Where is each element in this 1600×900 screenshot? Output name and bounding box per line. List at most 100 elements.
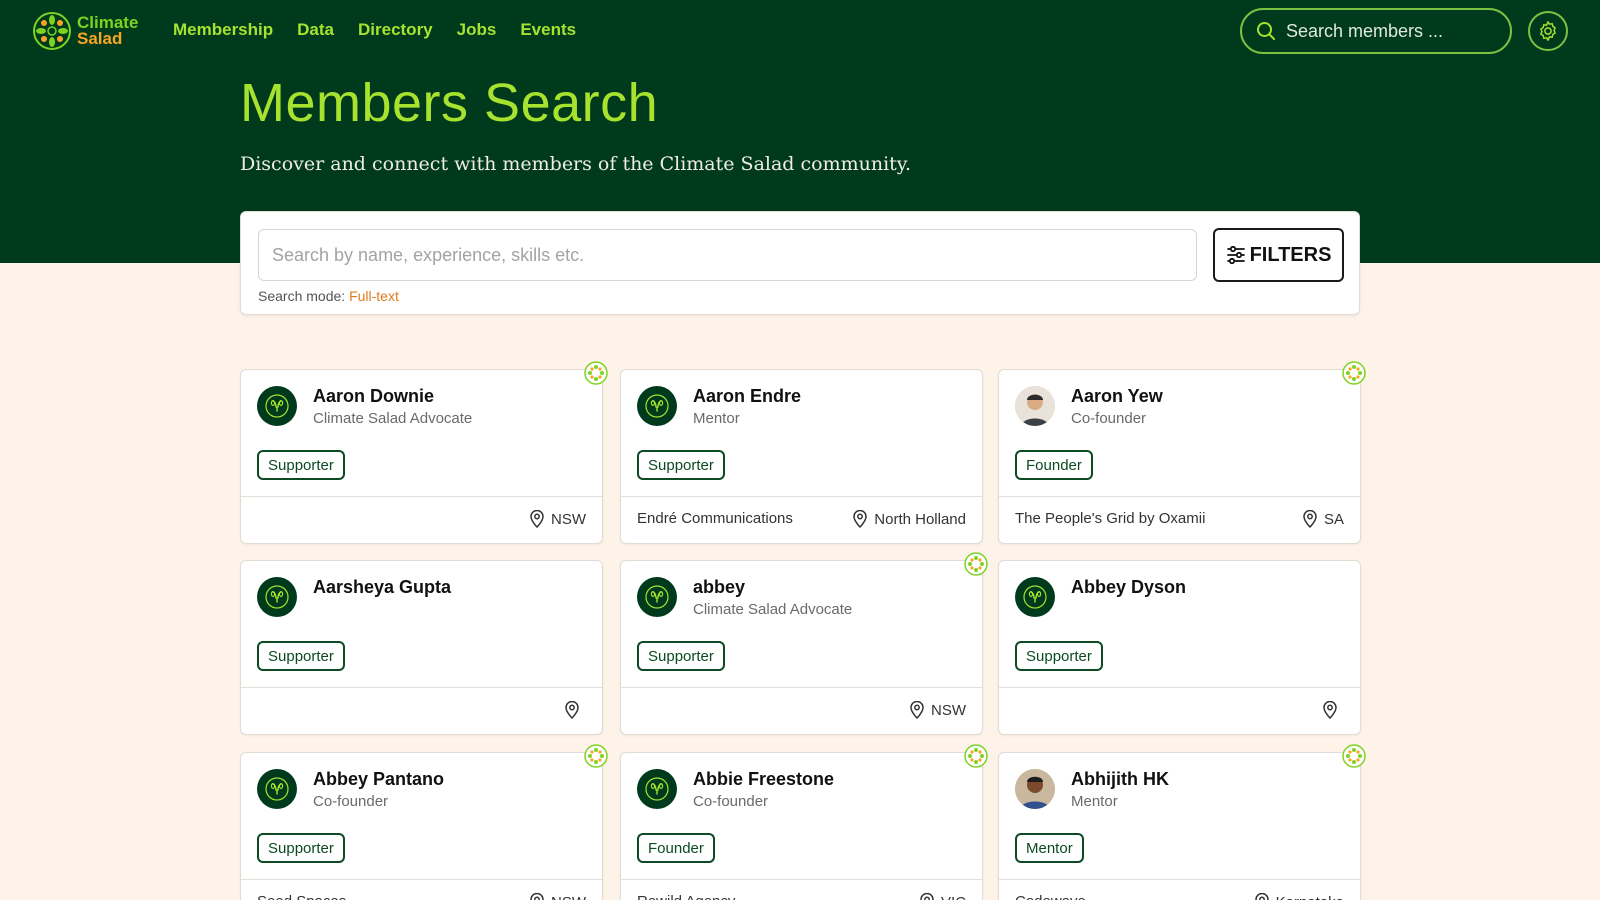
member-company: Seed Spaces <box>257 893 346 900</box>
member-card[interactable]: Aaron Yew Co-founder Founder The People's G… <box>998 361 1366 544</box>
member-type-badge: Supporter <box>637 641 725 671</box>
search-mode-label: Search mode: <box>258 288 346 304</box>
member-name[interactable]: Aaron Downie <box>313 386 434 407</box>
member-avatar <box>637 769 677 809</box>
member-location: VIC <box>919 893 966 900</box>
climate-salad-member-icon <box>964 744 988 768</box>
member-type-badge: Supporter <box>1015 641 1103 671</box>
member-name[interactable]: Abbie Freestone <box>693 769 834 790</box>
member-role: Mentor <box>693 410 740 427</box>
member-name[interactable]: Aaron Endre <box>693 386 801 407</box>
member-card[interactable]: Abbey Pantano Co-founder Supporter Seed Spa… <box>240 744 608 900</box>
map-pin-icon <box>920 893 934 900</box>
climate-salad-member-icon <box>584 744 608 768</box>
card-divider <box>621 879 982 880</box>
search-mode: Search mode: Full-text <box>258 288 399 304</box>
page-title: Members Search <box>240 73 659 133</box>
card-divider <box>621 687 982 688</box>
member-location-text: SA <box>1323 510 1344 528</box>
member-location: North Holland <box>852 510 966 528</box>
search-mode-value[interactable]: Full-text <box>349 288 399 304</box>
leaf-avatar-icon <box>1023 585 1047 609</box>
member-card[interactable]: Aaron Downie Climate Salad Advocate Suppor… <box>240 361 608 544</box>
nav-data[interactable]: Data <box>297 20 334 40</box>
leaf-avatar-icon <box>645 777 669 801</box>
member-card[interactable]: Aaron Endre Mentor Supporter Endré Communic… <box>620 369 983 544</box>
member-location <box>564 701 586 719</box>
member-avatar <box>257 386 297 426</box>
map-pin-icon <box>530 893 544 900</box>
member-location-text: NSW <box>931 701 966 719</box>
leaf-avatar-icon <box>265 394 289 418</box>
member-location-text: VIC <box>941 894 966 900</box>
card-divider <box>999 496 1360 497</box>
member-location: NSW <box>909 701 966 719</box>
climate-salad-member-icon <box>584 361 608 385</box>
leaf-avatar-icon <box>265 777 289 801</box>
member-location <box>1322 701 1344 719</box>
member-search-input[interactable] <box>1286 20 1486 42</box>
settings-button[interactable] <box>1528 11 1568 51</box>
member-role: Climate Salad Advocate <box>313 410 473 427</box>
page-subtitle: Discover and connect with members of the… <box>240 153 912 175</box>
card-divider <box>621 496 982 497</box>
member-avatar <box>257 769 297 809</box>
nav-events[interactable]: Events <box>520 20 576 40</box>
main-menu: Membership Data Directory Jobs Events <box>173 20 576 40</box>
card-divider <box>241 687 602 688</box>
member-location: Karnataka <box>1254 893 1344 900</box>
nav-membership[interactable]: Membership <box>173 20 273 40</box>
member-type-badge: Supporter <box>637 450 725 480</box>
member-role: Mentor <box>1071 793 1118 810</box>
member-avatar <box>637 577 677 617</box>
search-icon <box>1257 22 1275 40</box>
member-location: SA <box>1302 510 1344 528</box>
climate-salad-logo[interactable]: Climate Salad <box>32 11 138 51</box>
member-location: NSW <box>529 893 586 900</box>
filters-button[interactable]: FILTERS <box>1213 228 1344 282</box>
card-divider <box>999 687 1360 688</box>
member-photo <box>1015 769 1055 809</box>
nav-directory[interactable]: Directory <box>358 20 433 40</box>
map-pin-icon <box>910 701 924 719</box>
member-company: Rewild Agency <box>637 893 735 900</box>
member-location-text: NSW <box>551 510 586 528</box>
member-name[interactable]: abbey <box>693 577 745 598</box>
card-divider <box>999 879 1360 880</box>
leaf-avatar-icon <box>265 585 289 609</box>
member-location-text: Karnataka <box>1276 894 1344 900</box>
member-company: Endré Communications <box>637 510 793 527</box>
member-card[interactable]: abbey Climate Salad Advocate Supporter NSW <box>620 552 988 735</box>
member-card[interactable]: Abbey Dyson Supporter <box>998 560 1361 735</box>
members-search-input[interactable] <box>258 229 1197 281</box>
member-name[interactable]: Abbey Pantano <box>313 769 444 790</box>
member-role: Climate Salad Advocate <box>693 601 853 618</box>
member-name[interactable]: Aarsheya Gupta <box>313 577 451 598</box>
member-search-box[interactable] <box>1240 8 1512 54</box>
member-card[interactable]: Abhijith HK Mentor Mentor Codewave Karnataka <box>998 744 1366 900</box>
map-pin-icon <box>853 510 868 528</box>
member-company: Codewave <box>1015 893 1086 900</box>
member-avatar <box>1015 769 1055 809</box>
member-type-badge: Supporter <box>257 833 345 863</box>
leaf-avatar-icon <box>645 585 669 609</box>
member-card[interactable]: Aarsheya Gupta Supporter <box>240 560 603 735</box>
member-avatar <box>637 386 677 426</box>
map-pin-icon <box>1323 701 1337 719</box>
map-pin-icon <box>1254 893 1269 900</box>
member-role: Co-founder <box>1071 410 1147 427</box>
member-type-badge: Supporter <box>257 450 345 480</box>
filters-label: FILTERS <box>1249 243 1332 266</box>
member-name[interactable]: Abhijith HK <box>1071 769 1169 790</box>
member-name[interactable]: Aaron Yew <box>1071 386 1163 407</box>
salad-bowl-logo-icon <box>33 12 71 50</box>
member-card[interactable]: Abbie Freestone Co-founder Founder Rewild A… <box>620 744 988 900</box>
member-avatar <box>257 577 297 617</box>
member-type-badge: Supporter <box>257 641 345 671</box>
nav-jobs[interactable]: Jobs <box>457 20 497 40</box>
member-type-badge: Mentor <box>1015 833 1084 863</box>
member-name[interactable]: Abbey Dyson <box>1071 577 1186 598</box>
member-type-badge: Founder <box>637 833 715 863</box>
climate-salad-member-icon <box>1342 744 1366 768</box>
member-location: NSW <box>529 510 586 528</box>
